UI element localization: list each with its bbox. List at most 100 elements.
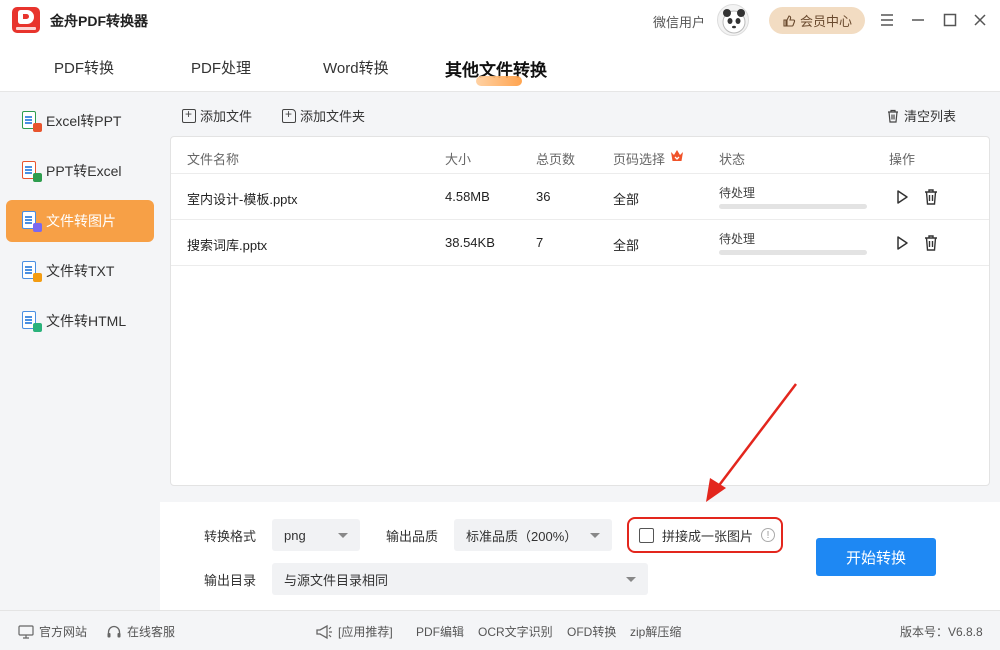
file-size: 4.58MB [445, 189, 490, 204]
annotation-arrow-icon [706, 383, 797, 502]
sidebar-item-ppt-to-excel[interactable]: PPT转Excel [6, 150, 154, 192]
header-actions: 操作 [889, 152, 916, 167]
clear-list-label: 清空列表 [904, 109, 957, 124]
footer-link-pdf-edit[interactable]: PDF编辑 [416, 623, 464, 640]
tab-word-convert[interactable]: Word转换 [323, 57, 389, 78]
quality-value: 标准品质（200%） [466, 528, 578, 544]
header-size: 大小 [445, 152, 472, 167]
chevron-down-icon [626, 577, 636, 582]
active-tab-indicator [476, 76, 522, 86]
merge-option[interactable]: 拼接成一张图片 ! [627, 517, 783, 553]
output-label: 输出目录 [204, 573, 257, 588]
file-pages: 7 [536, 235, 544, 250]
footer-link-ocr[interactable]: OCR文字识别 [478, 623, 553, 640]
footer-link-ofd[interactable]: OFD转换 [567, 623, 616, 640]
main-panel: 添加文件 添加文件夹 清空列表 文件名称 大小 总页数 页码选择 状态 操作 室… [160, 92, 1000, 502]
table-row[interactable]: 室内设计-模板.pptx 4.58MB 36 全部 待处理 [171, 173, 989, 219]
monitor-icon [18, 624, 34, 639]
output-value: 与源文件目录相同 [284, 572, 389, 588]
start-convert-button[interactable]: 开始转换 [816, 538, 936, 576]
headset-icon [107, 625, 121, 637]
clear-list-button[interactable]: 清空列表 [886, 106, 956, 125]
add-file-icon [182, 107, 196, 123]
tab-pdf-process[interactable]: PDF处理 [191, 57, 251, 78]
status-text: 待处理 [719, 232, 756, 246]
format-label: 转换格式 [204, 529, 257, 544]
maximize-icon[interactable] [938, 8, 962, 32]
file-to-txt-icon [22, 261, 42, 282]
chevron-down-icon [338, 533, 348, 538]
avatar[interactable] [717, 4, 749, 36]
app-logo-icon [12, 7, 40, 33]
row-divider [171, 265, 989, 266]
page-select[interactable]: 全部 [613, 235, 639, 254]
thumbs-up-icon [783, 14, 796, 27]
trash-icon [888, 109, 898, 123]
excel-to-ppt-icon [22, 111, 42, 132]
title-bar: 金舟PDF转换器 微信用户 会员中心 [0, 0, 1000, 40]
progress-bar [719, 250, 867, 255]
add-folder-label: 添加文件夹 [300, 109, 366, 124]
chevron-down-icon [590, 533, 600, 538]
add-file-button[interactable]: 添加文件 [182, 106, 252, 125]
file-pages: 36 [536, 189, 551, 204]
sidebar-item-label: PPT转Excel [46, 163, 122, 179]
add-folder-button[interactable]: 添加文件夹 [282, 106, 365, 125]
quality-select[interactable]: 标准品质（200%） [454, 519, 612, 551]
table-row[interactable]: 搜索词库.pptx 38.54KB 7 全部 待处理 [171, 219, 989, 265]
file-size: 38.54KB [445, 235, 495, 250]
app-title: 金舟PDF转换器 [50, 13, 148, 29]
recommend-link[interactable]: [应用推荐] [315, 623, 393, 640]
footer-link-zip[interactable]: zip解压缩 [630, 623, 681, 640]
minimize-icon[interactable] [906, 8, 930, 32]
header-page-select: 页码选择 [613, 152, 666, 167]
vip-center-button[interactable]: 会员中心 [769, 7, 865, 34]
sidebar-item-file-to-txt[interactable]: 文件转TXT [6, 250, 154, 292]
file-to-html-icon [22, 311, 42, 332]
sidebar-item-label: 文件转HTML [46, 313, 127, 329]
sidebar-item-excel-to-ppt[interactable]: Excel转PPT [6, 100, 154, 142]
vip-crown-icon [671, 150, 683, 161]
ppt-to-excel-icon [22, 161, 42, 182]
recommend-label: [应用推荐] [338, 625, 393, 639]
sidebar-item-file-to-html[interactable]: 文件转HTML [6, 300, 154, 342]
online-service-link[interactable]: 在线客服 [106, 623, 175, 640]
merge-checkbox[interactable] [639, 527, 654, 543]
page-select[interactable]: 全部 [613, 189, 639, 208]
tab-pdf-convert[interactable]: PDF转换 [54, 57, 114, 78]
megaphone-icon [316, 624, 332, 639]
add-folder-icon [282, 107, 296, 123]
sidebar-item-label: 文件转图片 [46, 213, 116, 229]
file-table: 文件名称 大小 总页数 页码选择 状态 操作 室内设计-模板.pptx 4.58… [170, 136, 990, 486]
official-site-link[interactable]: 官方网站 [18, 623, 87, 640]
progress-bar [719, 204, 867, 209]
merge-label: 拼接成一张图片 [662, 528, 754, 544]
sidebar: Excel转PPT PPT转Excel 文件转图片 文件转TXT 文件转HTML [0, 92, 160, 610]
settings-panel: 转换格式 png 输出品质 标准品质（200%） 拼接成一张图片 ! 输出目录 … [160, 502, 1000, 610]
play-icon[interactable] [893, 188, 911, 206]
header-name: 文件名称 [187, 152, 240, 167]
quality-label: 输出品质 [386, 529, 439, 544]
header-status: 状态 [719, 152, 746, 167]
format-value: png [284, 527, 306, 543]
status-text: 待处理 [719, 186, 756, 200]
play-icon[interactable] [893, 234, 911, 252]
version-label: 版本号：V6.8.8 [900, 625, 983, 639]
info-icon[interactable]: ! [761, 528, 776, 542]
sidebar-item-label: Excel转PPT [46, 113, 122, 129]
format-select[interactable]: png [272, 519, 360, 551]
menu-icon[interactable] [875, 8, 899, 32]
trash-icon[interactable] [922, 188, 940, 206]
vip-label: 会员中心 [799, 14, 852, 29]
sidebar-item-file-to-image[interactable]: 文件转图片 [6, 200, 154, 242]
add-file-label: 添加文件 [200, 109, 253, 124]
close-icon[interactable] [968, 8, 992, 32]
file-name: 搜索词库.pptx [187, 238, 268, 253]
footer: 官方网站 在线客服 [应用推荐] PDF编辑 OCR文字识别 OFD转换 zip… [0, 610, 1000, 650]
file-to-image-icon [22, 211, 42, 232]
output-dir-select[interactable]: 与源文件目录相同 [272, 563, 648, 595]
trash-icon[interactable] [922, 234, 940, 252]
user-name[interactable]: 微信用户 [653, 12, 705, 31]
sidebar-item-label: 文件转TXT [46, 263, 115, 279]
file-name: 室内设计-模板.pptx [187, 192, 298, 207]
